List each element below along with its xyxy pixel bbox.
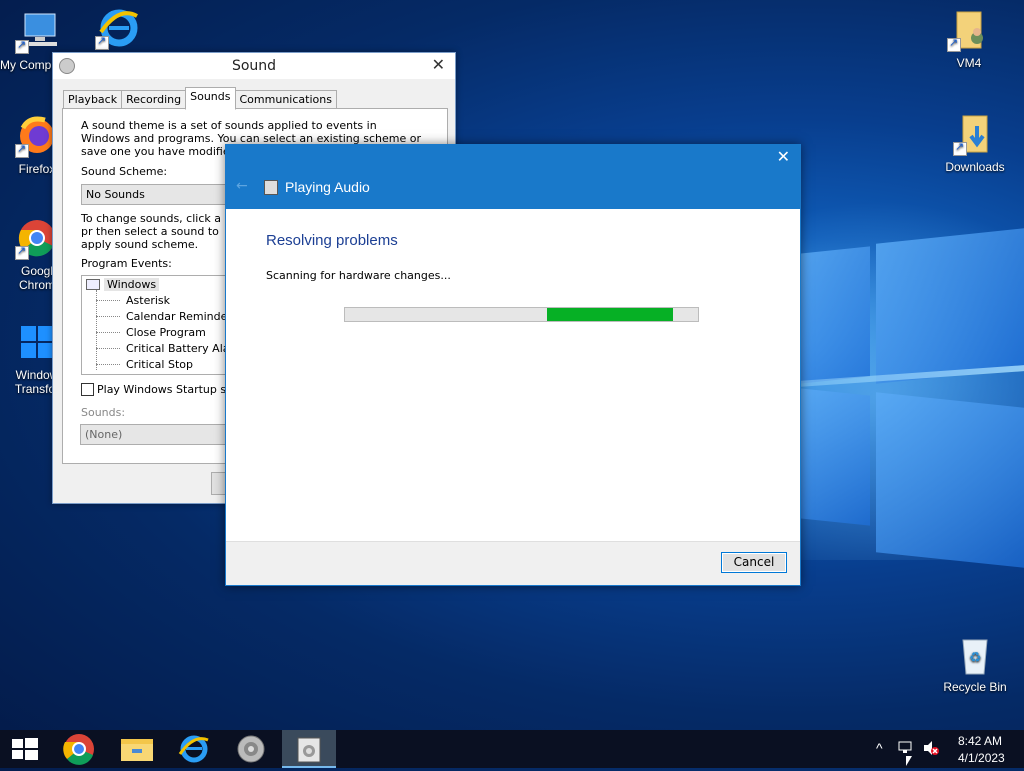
- progress-fill: [547, 308, 673, 321]
- troubleshooter-title: Playing Audio: [285, 179, 370, 195]
- taskbar-file-explorer[interactable]: [110, 730, 164, 768]
- sound-icon: [237, 735, 265, 763]
- clock-time[interactable]: 8:42 AM: [958, 734, 1002, 748]
- list-item[interactable]: Critical Stop: [126, 358, 193, 371]
- desktop-icon-internet-explorer[interactable]: [82, 6, 152, 54]
- desktop-icon-label: Downloads: [945, 160, 1005, 174]
- recycle-bin-icon: ♻: [953, 632, 997, 676]
- tree-line: [96, 364, 120, 365]
- play-startup-label: Play Windows Startup so: [97, 383, 233, 396]
- sound-dialog-title: Sound: [231, 58, 277, 74]
- taskbar-chrome[interactable]: [52, 730, 106, 768]
- windows-event-icon: [86, 279, 100, 290]
- desktop-icon-downloads[interactable]: Downloads: [940, 112, 1010, 174]
- sounds-select[interactable]: (None): [80, 424, 226, 445]
- downloads-folder-icon: [953, 112, 997, 156]
- desktop-icon-recycle-bin[interactable]: ♻ Recycle Bin: [940, 632, 1010, 694]
- program-events-label: Program Events:: [81, 257, 172, 270]
- tree-line: [96, 332, 120, 333]
- sound-dialog-titlebar[interactable]: Sound ✕: [53, 53, 455, 79]
- wallpaper-pane: [800, 246, 870, 384]
- svg-text:♻: ♻: [969, 649, 982, 665]
- troubleshooter-dialog: ✕ ← Playing Audio Resolving problems Sca…: [225, 144, 801, 586]
- start-button[interactable]: [0, 730, 54, 768]
- tab-playback[interactable]: Playback: [63, 90, 123, 110]
- wallpaper-pane: [876, 228, 1024, 384]
- taskbar-troubleshooter[interactable]: [282, 730, 336, 768]
- progress-bar: [344, 307, 699, 322]
- back-arrow-icon[interactable]: ←: [236, 178, 248, 194]
- desktop-icon-label: Recycle Bin: [943, 680, 1007, 694]
- volume-muted-icon[interactable]: [922, 740, 940, 759]
- mouse-cursor-icon: [906, 756, 912, 766]
- sound-scheme-select[interactable]: No Sounds: [81, 184, 231, 205]
- close-icon[interactable]: ✕: [432, 55, 445, 74]
- sounds-label: Sounds:: [81, 406, 126, 419]
- tree-line: [96, 300, 120, 301]
- sound-scheme-label: Sound Scheme:: [81, 165, 168, 178]
- troubleshooter-header[interactable]: ✕ ← Playing Audio: [226, 145, 800, 209]
- wallpaper-pane: [876, 392, 1024, 568]
- tab-communications[interactable]: Communications: [234, 90, 337, 110]
- show-hidden-icons-chevron-up-icon[interactable]: ^: [876, 740, 883, 756]
- tree-line: [96, 348, 120, 349]
- change-sounds-text: To change sounds, click a pr then select…: [81, 212, 221, 251]
- tree-line: [96, 316, 120, 317]
- internet-explorer-icon: [95, 6, 139, 50]
- tab-sounds[interactable]: Sounds: [185, 87, 236, 110]
- play-startup-checkbox[interactable]: [81, 383, 94, 396]
- file-explorer-icon: [121, 739, 153, 761]
- taskbar: ^ 8:42 AM 4/1/2023: [0, 730, 1024, 768]
- desktop-icon-label: VM4: [956, 56, 982, 70]
- troubleshooter-icon: [297, 737, 321, 763]
- chrome-icon: [63, 734, 94, 765]
- troubleshooter-footer: Cancel: [226, 541, 800, 585]
- taskbar-sound[interactable]: [224, 730, 278, 768]
- internet-explorer-icon: [178, 735, 209, 763]
- list-item[interactable]: Calendar Reminder: [126, 310, 232, 323]
- taskbar-internet-explorer[interactable]: [166, 730, 220, 768]
- sound-tabs: Playback Recording Sounds Communications: [63, 87, 337, 110]
- start-icon: [12, 738, 38, 760]
- status-text: Scanning for hardware changes...: [266, 269, 451, 282]
- list-item[interactable]: Asterisk: [126, 294, 170, 307]
- list-item[interactable]: Close Program: [126, 326, 206, 339]
- troubleshooter-icon: [264, 180, 278, 195]
- wallpaper-pane: [800, 388, 870, 526]
- page-title: Resolving problems: [266, 232, 398, 249]
- desktop-icon-vm4[interactable]: VM4: [934, 8, 1004, 70]
- clock-date[interactable]: 4/1/2023: [958, 751, 1005, 765]
- computer-icon: [15, 10, 59, 54]
- close-icon[interactable]: ✕: [777, 147, 790, 166]
- cancel-button[interactable]: Cancel: [721, 552, 787, 573]
- events-root-windows[interactable]: Windows: [104, 278, 160, 291]
- tab-recording[interactable]: Recording: [121, 90, 187, 110]
- user-folder-icon: [947, 8, 991, 52]
- tree-line: [96, 290, 97, 370]
